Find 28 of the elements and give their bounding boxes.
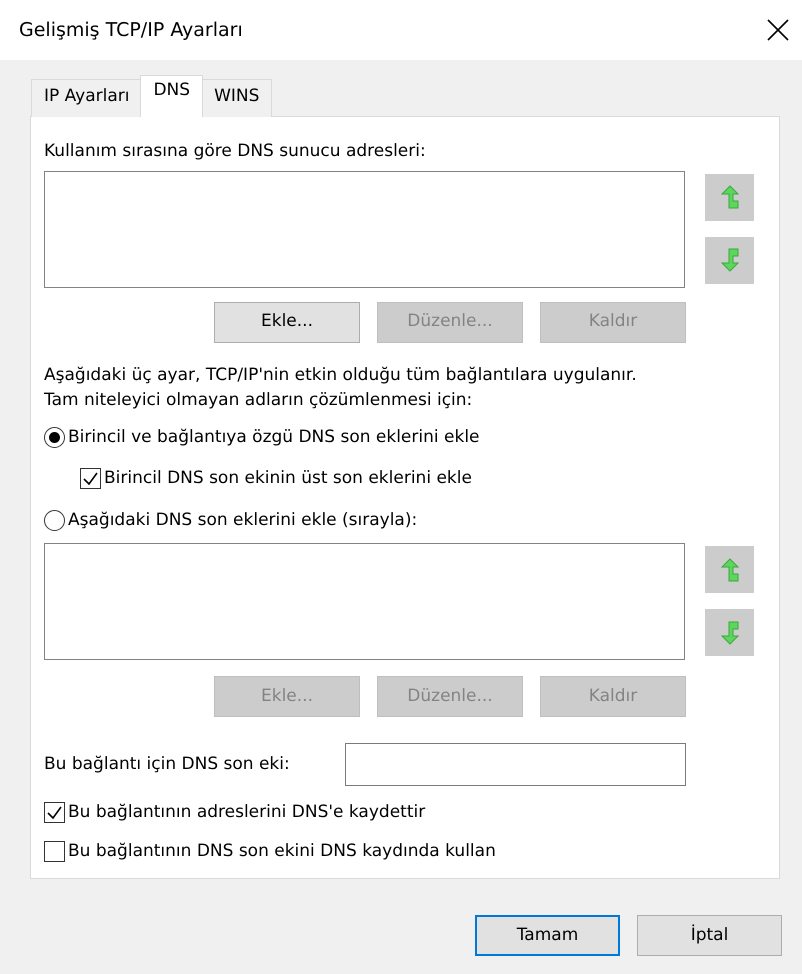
tab[interactable]: WINS bbox=[201, 79, 272, 117]
up-arrow-icon bbox=[718, 556, 740, 582]
button[interactable]: Ekle... bbox=[214, 302, 360, 342]
option-label[interactable]: Birincil DNS son ekinin üst son eklerini ekle bbox=[104, 466, 472, 492]
checkbox[interactable] bbox=[44, 840, 65, 862]
option-label[interactable]: Aşağıdaki DNS son eklerini ekle (sırayla): bbox=[68, 508, 418, 533]
option-label[interactable]: Birincil ve bağlantıya özgü DNS son eklerini ekle bbox=[68, 424, 480, 450]
down-arrow-icon bbox=[718, 620, 740, 646]
cancel-button[interactable]: İptal bbox=[637, 915, 782, 956]
ok-button[interactable]: Tamam bbox=[475, 915, 620, 956]
checkbox-label[interactable]: Bu bağlantının adreslerini DNS'e kaydettir bbox=[68, 800, 426, 826]
field-label: Bu bağlantı için DNS son eki: bbox=[44, 752, 291, 776]
radio-button[interactable] bbox=[44, 510, 65, 531]
window-title: Gelişmiş TCP/IP Ayarları bbox=[19, 18, 243, 43]
list-label: Kullanım sırasına göre DNS sunucu adresleri: bbox=[44, 140, 427, 163]
description-text: Tam niteleyici olmayan adların çözümlenmesi için: bbox=[44, 388, 474, 412]
radio-button[interactable] bbox=[44, 426, 65, 448]
down-arrow-icon bbox=[718, 247, 740, 273]
checkbox[interactable] bbox=[80, 468, 101, 490]
tab[interactable]: DNS bbox=[140, 75, 204, 117]
up-arrow-icon bbox=[718, 184, 740, 210]
description-text: Aşağıdaki üç ayar, TCP/IP'nin etkin olduğu tüm bağlantılara uygulanır. bbox=[44, 364, 638, 386]
close-button[interactable] bbox=[766, 18, 790, 42]
list-box[interactable] bbox=[44, 543, 685, 660]
checkbox-label[interactable]: Bu bağlantının DNS son ekini DNS kaydında kullan bbox=[68, 838, 496, 864]
text-field[interactable] bbox=[345, 743, 686, 786]
tab[interactable]: IP Ayarları bbox=[31, 79, 142, 117]
checkbox[interactable] bbox=[44, 802, 65, 824]
